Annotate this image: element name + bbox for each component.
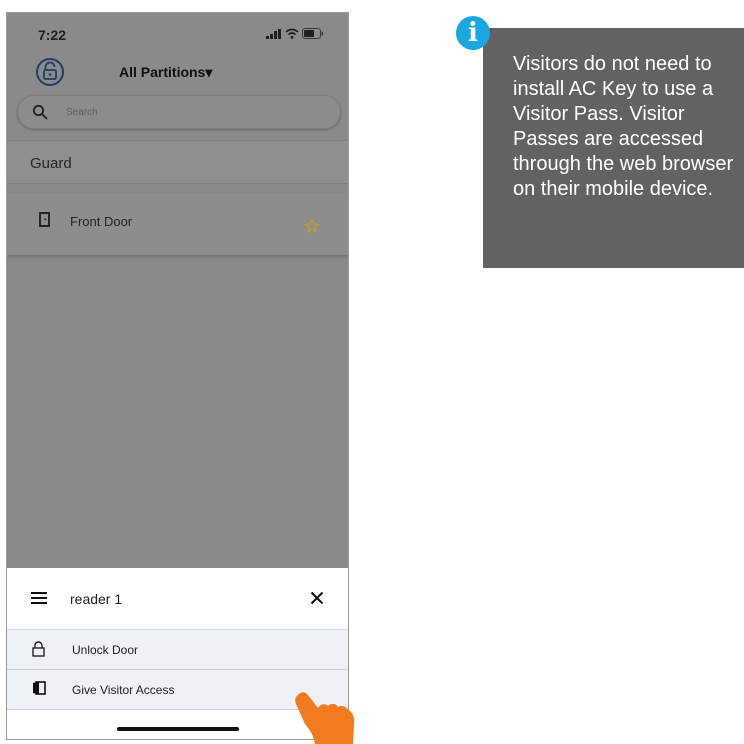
home-indicator xyxy=(117,727,239,731)
info-badge-glyph: i xyxy=(468,18,478,48)
lock-icon xyxy=(32,641,45,657)
search-bar[interactable]: Search xyxy=(17,95,341,129)
door-icon xyxy=(39,212,50,227)
info-text: Visitors do not need to install AC Key t… xyxy=(513,53,734,200)
status-bar: 7:22 xyxy=(7,13,348,55)
page: 7:22 All Partitions▾ Search Guard Front … xyxy=(0,0,744,744)
partitions-dropdown[interactable]: All Partitions▾ xyxy=(119,64,212,81)
unlock-door-label: Unlock Door xyxy=(72,643,139,657)
status-icons xyxy=(266,28,324,39)
door-label: Front Door xyxy=(70,214,133,229)
partitions-label: All Partitions▾ xyxy=(119,64,213,80)
info-callout: Visitors do not need to install AC Key t… xyxy=(483,28,744,268)
section-label: Guard xyxy=(30,155,72,172)
search-input[interactable]: Search xyxy=(66,107,98,118)
door-open-icon xyxy=(33,681,46,695)
signal-icon xyxy=(266,28,281,39)
give-visitor-access-label: Give Visitor Access xyxy=(72,683,175,697)
close-icon[interactable] xyxy=(310,591,324,605)
app-header: All Partitions▾ xyxy=(7,53,348,97)
reader-title: reader 1 xyxy=(70,591,123,607)
info-icon: i xyxy=(456,16,490,50)
search-icon xyxy=(32,104,48,120)
phone-screenshot: 7:22 All Partitions▾ Search Guard Front … xyxy=(6,12,349,740)
wifi-icon xyxy=(285,28,299,39)
sheet-header: reader 1 xyxy=(7,568,348,630)
menu-icon[interactable] xyxy=(31,592,47,604)
pointer-hand-icon xyxy=(295,692,355,744)
section-header: Guard xyxy=(7,140,348,184)
favorite-star-icon[interactable] xyxy=(304,218,320,234)
battery-icon xyxy=(302,28,324,39)
door-list-item[interactable]: Front Door xyxy=(7,193,348,255)
unlock-door-button[interactable]: Unlock Door xyxy=(7,630,348,670)
unlock-circle-icon[interactable] xyxy=(35,57,65,87)
status-time: 7:22 xyxy=(38,27,67,43)
